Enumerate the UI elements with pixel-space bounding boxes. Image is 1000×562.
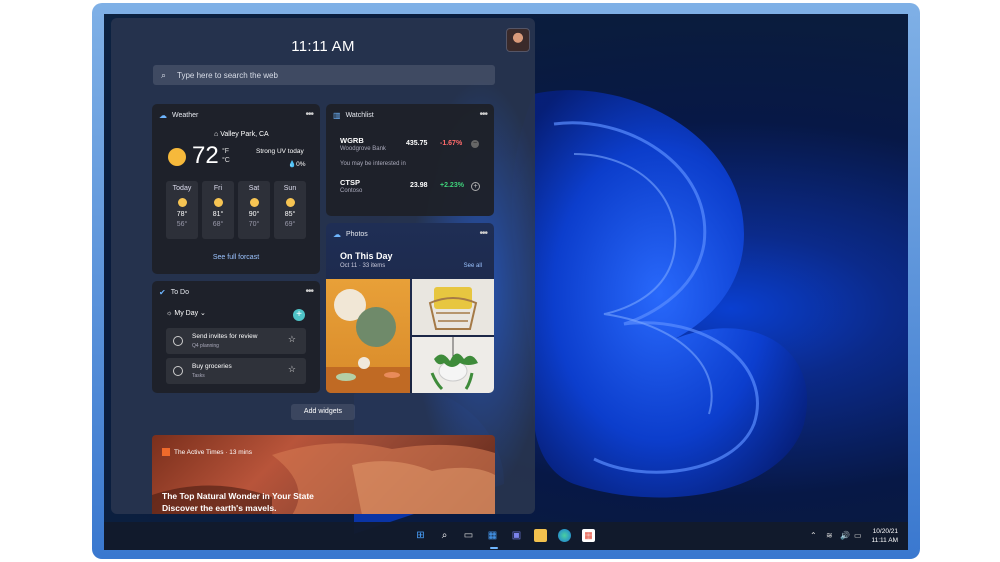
chevron-down-icon: ⌄ [198,310,206,317]
task-checkbox[interactable] [173,336,183,346]
volume-icon[interactable]: 🔊 [840,531,850,540]
cloud-icon: ☁ [159,111,167,120]
droplet-icon: 💧 [288,161,297,168]
watchlist-title: Watchlist [345,112,374,119]
todo-widget[interactable]: ✔ To Do ••• ☼ My Day ⌄ + Send invites for… [152,281,320,393]
weather-location: Valley Park, CA [220,131,269,138]
chart-icon: ▥ [333,111,341,120]
chat-icon[interactable]: ▣ [510,529,523,542]
photos-widget[interactable]: ☁ Photos ••• On This Day Oct 11 · 33 item… [326,223,494,393]
search-placeholder: Type here to search the web [177,70,278,80]
sun-icon [285,198,295,207]
search-icon: ⌕ [161,69,167,80]
star-icon[interactable]: ☆ [288,334,296,345]
news-card[interactable]: The Active Times · 13 mins The Top Natur… [152,435,495,514]
task-title: Send invites for review [192,333,258,340]
task-item[interactable]: Send invites for review Q4 planning ☆ [166,328,306,354]
star-icon[interactable]: ☆ [288,364,296,375]
unit-celsius[interactable]: °C [222,156,230,165]
stock-change: -1.67% [440,140,463,147]
stock-change: +2.23% [440,182,464,189]
add-icon[interactable]: + [471,182,480,191]
more-options-icon[interactable]: ••• [305,286,313,297]
taskbar-clock[interactable]: 10/20/21 11:11 AM [872,527,899,545]
chevron-up-icon[interactable]: ⌃ [810,531,817,540]
weather-condition: Strong UV today [256,148,304,155]
cloud-icon: ☁ [333,230,341,239]
forecast-days: Today 78° 56° Fri 81° 68° Sat 90° 70° Sun 85° 69… [166,181,306,239]
news-headline: The Top Natural Wonder in Your State [162,491,314,501]
watchlist-suggestion-label: You may be interested in [340,161,406,167]
weather-title: Weather [172,112,199,119]
add-task-button[interactable]: + [293,309,305,321]
checkmark-icon: ✔ [159,288,166,297]
search-input[interactable]: ⌕ Type here to search the web [153,65,495,85]
board-clock: 11:11 AM [291,38,355,55]
store-icon[interactable]: ▦ [582,529,595,542]
avatar[interactable] [506,28,530,52]
add-widgets-button[interactable]: Add widgets [291,404,355,420]
todo-list-selector[interactable]: ☼ My Day ⌄ [166,309,206,317]
battery-icon[interactable]: ▭ [854,531,862,540]
weather-widget[interactable]: ☁ Weather ••• ⌂ Valley Park, CA 72 °F °C S… [152,104,320,274]
sun-icon [249,198,259,207]
stock-price: 435.75 [406,140,428,147]
weather-temperature: 72 [192,142,219,169]
taskbar: ⊞ ⌕ ▭ ▦ ▣ ▦ ⌃ ≋ 🔊 ▭ 10/20/21 11:11 AM [104,522,908,550]
todo-title: To Do [170,289,189,296]
folder-icon[interactable] [534,529,547,542]
search-icon[interactable]: ⌕ [438,529,451,542]
stock-row[interactable]: WGRB Woodgrove Bank [340,136,386,152]
forecast-day: Sat 90° 70° [238,181,270,239]
watchlist-widget[interactable]: ▥ Watchlist ••• WGRB Woodgrove Bank 435.75… [326,104,494,216]
news-subheadline: Discover the earth's mavels. [162,503,277,513]
task-subtitle: Tasks [192,373,205,379]
photo-thumbnail[interactable] [326,279,410,393]
widgets-board: 11:11 AM ⌕ Type here to search the web ☁… [111,18,535,514]
photos-title: Photos [346,231,368,238]
task-view-icon[interactable]: ▭ [462,529,475,542]
forecast-day: Fri 81° 68° [202,181,234,239]
photo-thumbnail[interactable] [412,279,494,335]
weather-precip: 0% [296,161,306,168]
more-options-icon[interactable]: ••• [479,109,487,120]
unit-fahrenheit[interactable]: °F [222,147,230,156]
start-icon[interactable]: ⊞ [414,529,427,542]
forecast-day: Today 78° 56° [166,181,198,239]
active-app-indicator [490,547,498,549]
see-all-link[interactable]: See all [464,263,482,269]
more-options-icon[interactable]: ••• [479,228,487,239]
more-options-icon[interactable]: ••• [305,109,313,120]
photos-subheading: Oct 11 · 33 items [340,263,386,269]
stock-price: 23.98 [410,182,428,189]
news-source: The Active Times · 13 mins [174,448,253,456]
task-subtitle: Q4 planning [192,343,219,349]
task-title: Buy groceries [192,363,232,370]
edge-icon[interactable] [558,529,571,542]
remove-icon[interactable]: − [471,140,479,148]
wifi-icon[interactable]: ≋ [826,531,833,540]
widgets-icon[interactable]: ▦ [486,529,499,542]
sun-icon [168,148,186,166]
publisher-logo-icon [162,448,170,456]
task-checkbox[interactable] [173,366,183,376]
task-item[interactable]: Buy groceries Tasks ☆ [166,358,306,384]
photos-heading: On This Day [340,251,393,261]
sun-icon [213,198,223,207]
stock-row[interactable]: CTSP Contoso [340,178,362,194]
photo-thumbnail[interactable] [412,337,494,393]
see-forecast-link[interactable]: See full forcast [152,254,320,261]
sun-icon [177,198,187,207]
forecast-day: Sun 85° 69° [274,181,306,239]
